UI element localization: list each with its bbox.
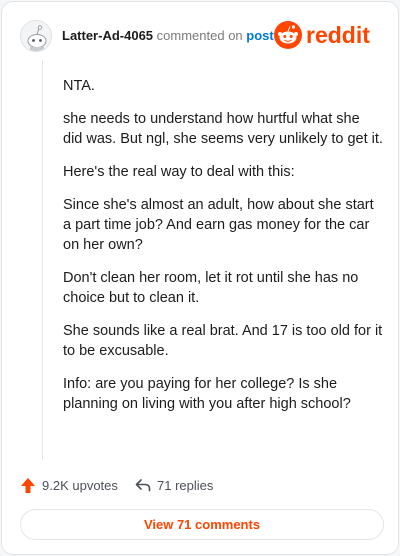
comment-paragraph: Here's the real way to deal with this:	[63, 164, 295, 180]
post-link[interactable]: post	[246, 28, 273, 43]
reddit-wordmark: reddit	[306, 22, 370, 48]
comment-card: Latter-Ad-4065 commented on post reddit …	[1, 1, 399, 555]
upvote-count: 9.2K upvotes	[42, 477, 118, 493]
comment-paragraph: Don't clean her room, let it rot until s…	[63, 270, 359, 306]
username[interactable]: Latter-Ad-4065	[62, 28, 153, 43]
avatar[interactable]	[20, 20, 52, 52]
reddit-logo: reddit	[274, 21, 370, 49]
comment-body: NTA. she needs to understand how hurtful…	[63, 76, 383, 427]
reddit-snoo-icon	[274, 21, 302, 49]
reply-arrow-icon	[135, 479, 151, 492]
upvote-button[interactable]: 9.2K upvotes	[20, 474, 118, 496]
comment-header: Latter-Ad-4065 commented on post reddit	[20, 16, 382, 56]
comment-paragraph: NTA.	[63, 78, 95, 94]
comment-meta: Latter-Ad-4065 commented on post	[62, 28, 274, 43]
thread-line[interactable]	[42, 60, 43, 460]
snoo-avatar-icon	[21, 21, 51, 51]
upvote-arrow-icon	[21, 477, 35, 493]
comment-paragraph: Since she's almost an adult, how about s…	[63, 197, 374, 253]
reply-count: 71 replies	[157, 477, 214, 493]
commented-on-label: commented on	[156, 28, 243, 43]
replies-button[interactable]: 71 replies	[135, 474, 213, 496]
comment-actions: 9.2K upvotes 71 replies	[20, 474, 380, 496]
comment-paragraph: She sounds like a real brat. And 17 is t…	[63, 323, 383, 359]
view-comments-button[interactable]: View 71 comments	[20, 509, 384, 540]
comment-paragraph: Info: are you paying for her college? Is…	[63, 376, 351, 412]
comment-paragraph: she needs to understand how hurtful what…	[63, 111, 383, 147]
